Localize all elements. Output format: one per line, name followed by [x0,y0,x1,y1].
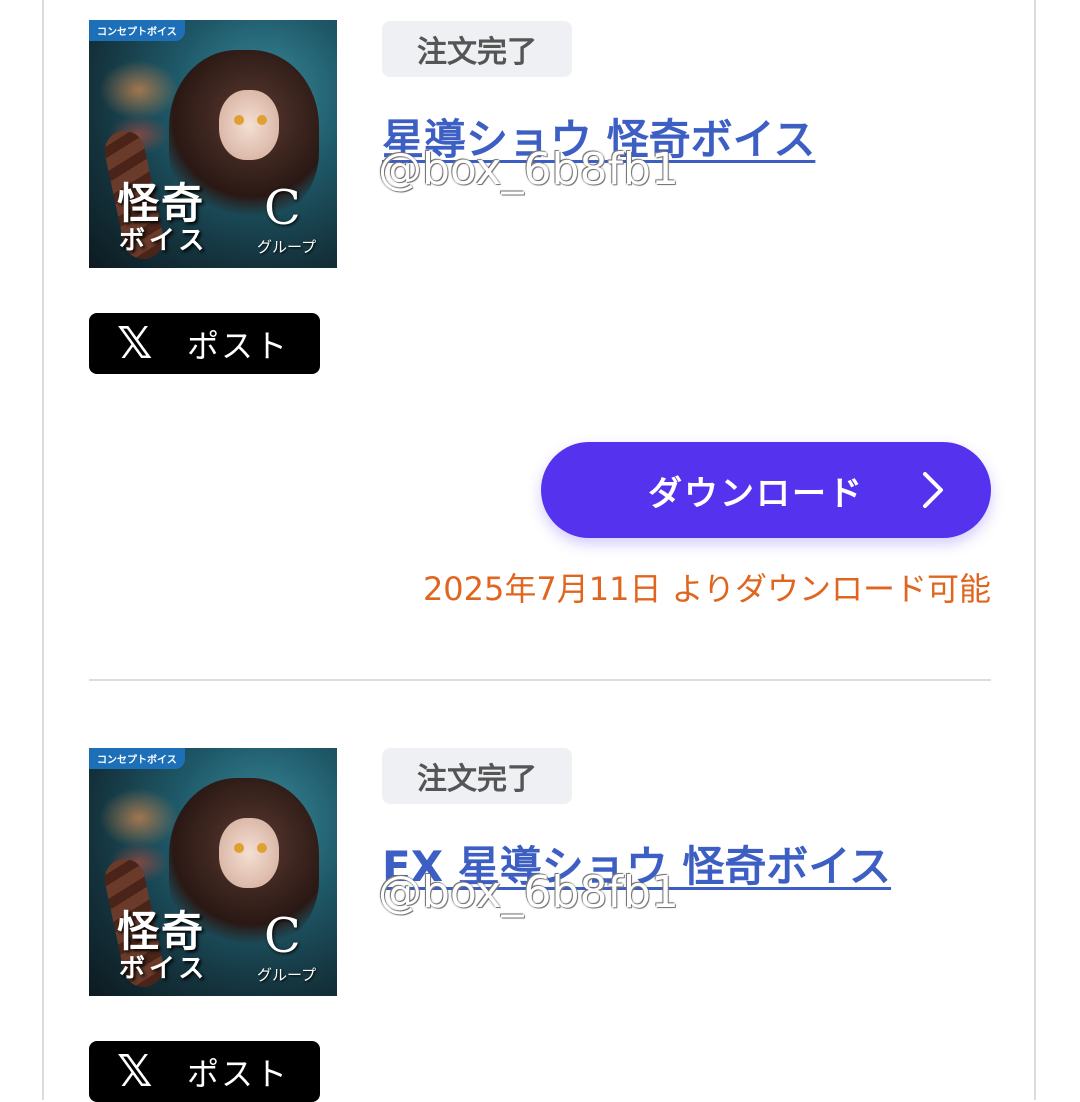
download-button-label: ダウンロード [648,473,864,514]
item-divider [89,679,991,681]
concept-voice-tag: コンセプトボイス [89,20,185,41]
x-logo-icon: 𝕏 [117,1045,153,1097]
cover-subtitle: ボイス [119,954,209,984]
concept-voice-tag: コンセプトボイス [89,748,185,769]
cover-subtitle: ボイス [119,226,209,256]
download-available-date: 2025年7月11日 よりダウンロード可能 [422,570,991,608]
post-to-x-button[interactable]: 𝕏 ポスト [89,313,320,374]
post-to-x-button[interactable]: 𝕏 ポスト [89,1041,320,1102]
cover-group-letter: C [264,180,301,236]
post-button-label: ポスト [187,326,290,365]
product-thumbnail[interactable]: コンセプトボイス 怪奇 ボイス C グループ [89,20,337,268]
post-button-label: ポスト [187,1054,290,1093]
cover-group-letter: C [264,908,301,964]
order-status-badge: 注文完了 [382,21,572,77]
cover-group-label: グループ [257,966,317,984]
x-logo-icon: 𝕏 [117,317,153,369]
order-status-badge: 注文完了 [382,748,572,804]
product-thumbnail[interactable]: コンセプトボイス 怪奇 ボイス C グループ [89,748,337,996]
cover-group-label: グループ [257,238,317,256]
watermark-text: @box_6b8fb1 [378,144,679,195]
chevron-right-icon [923,472,943,508]
download-button[interactable]: ダウンロード [541,442,991,538]
watermark-text: @box_6b8fb1 [378,867,679,918]
